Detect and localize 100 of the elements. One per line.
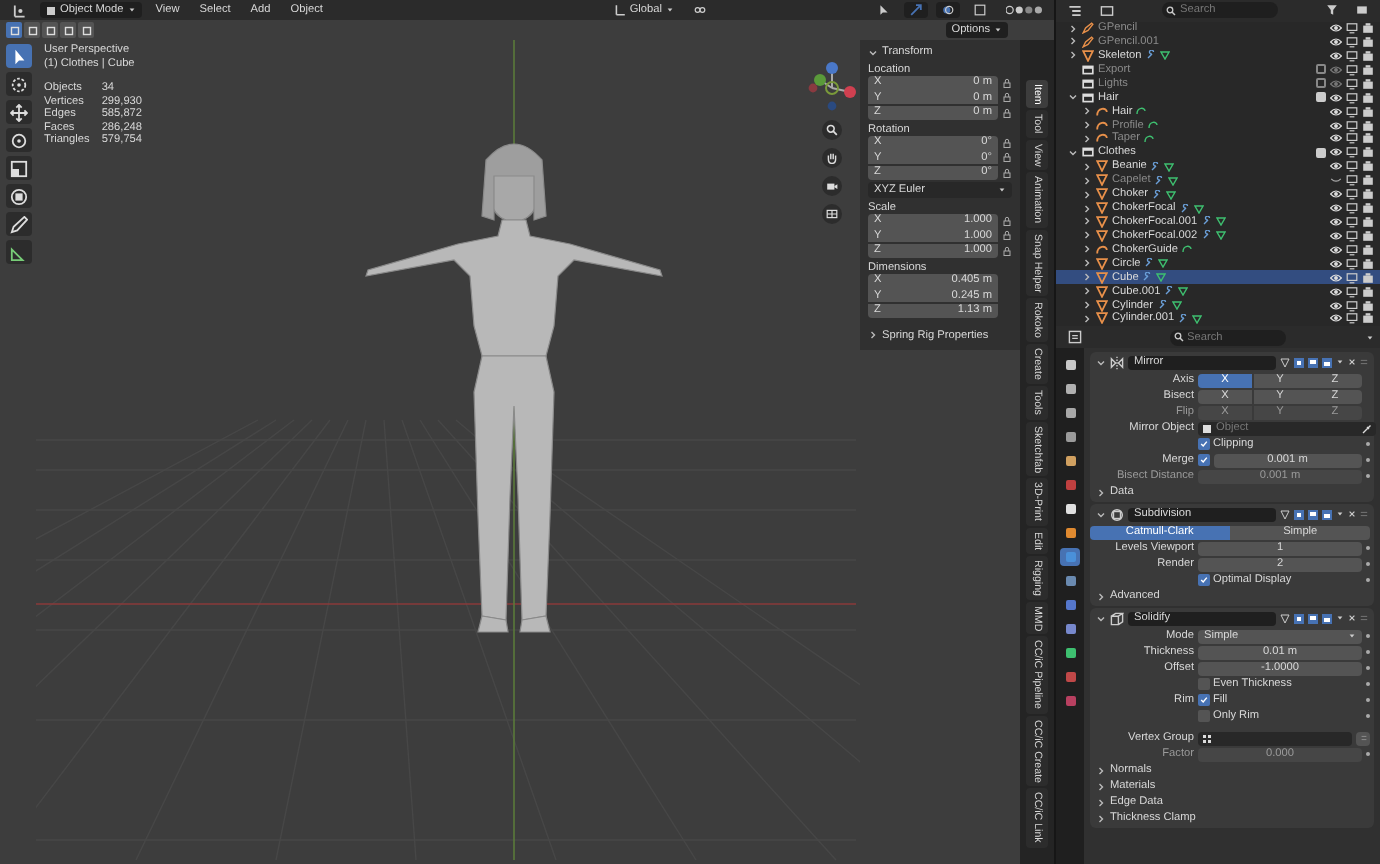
pan-button[interactable] bbox=[822, 148, 842, 168]
tool-button[interactable] bbox=[5, 184, 31, 208]
mirror-icon bbox=[1110, 355, 1124, 369]
drag-handle-icon bbox=[1360, 510, 1368, 518]
cube-icon bbox=[46, 5, 56, 15]
include-checkbox[interactable] bbox=[1316, 147, 1326, 158]
chevron-down-icon bbox=[1096, 509, 1106, 519]
triangle-mesh-icon bbox=[1082, 49, 1094, 62]
curve-data-icon bbox=[1181, 244, 1192, 255]
property-tab[interactable] bbox=[1060, 500, 1080, 518]
checkbox[interactable] bbox=[1198, 454, 1209, 466]
close-icon bbox=[1348, 614, 1356, 622]
xray-icon bbox=[974, 4, 986, 16]
padlock-icon bbox=[1002, 152, 1012, 163]
camera-view-button[interactable] bbox=[822, 176, 842, 196]
tool-button[interactable] bbox=[5, 44, 31, 68]
shading-spheres-icon bbox=[1006, 4, 1042, 16]
camera-icon bbox=[826, 180, 838, 192]
property-tab[interactable] bbox=[1060, 644, 1080, 662]
padlock-icon bbox=[1002, 92, 1012, 103]
camera-icon bbox=[1322, 613, 1332, 623]
pencil-icon bbox=[9, 215, 27, 233]
padlock-icon bbox=[1002, 245, 1012, 256]
invert-toggle[interactable] bbox=[1356, 731, 1370, 745]
checkbox[interactable] bbox=[1198, 438, 1209, 450]
vertex-group-field[interactable] bbox=[1198, 731, 1352, 745]
camera-icon bbox=[1322, 509, 1332, 519]
shading-buttons[interactable] bbox=[1000, 2, 1048, 18]
checkbox[interactable] bbox=[1198, 678, 1209, 690]
padlock-icon bbox=[1002, 215, 1012, 226]
square-icon bbox=[81, 25, 91, 35]
square-icon bbox=[45, 25, 55, 35]
drag-handle-icon bbox=[1360, 358, 1368, 366]
hand-icon bbox=[826, 152, 838, 164]
tool-button[interactable] bbox=[5, 100, 31, 124]
search-icon bbox=[1173, 332, 1183, 342]
properties-icon bbox=[1068, 330, 1082, 344]
grid-icon bbox=[826, 208, 838, 220]
caret-icon bbox=[1348, 632, 1356, 640]
solidify-icon bbox=[1110, 611, 1124, 625]
caret-icon bbox=[1336, 510, 1344, 518]
square-icon bbox=[9, 25, 19, 35]
overlay-toggle[interactable] bbox=[936, 2, 960, 18]
caret-icon bbox=[666, 6, 674, 14]
projection-button[interactable] bbox=[822, 204, 842, 224]
search-icon bbox=[1166, 5, 1176, 16]
tool-button[interactable] bbox=[5, 128, 31, 152]
collection-box-icon bbox=[1082, 146, 1094, 159]
edit-mode-icon bbox=[1294, 613, 1304, 623]
closed-eye-icon bbox=[1330, 174, 1342, 187]
caret-icon bbox=[1366, 333, 1374, 341]
axes-icon bbox=[613, 4, 626, 16]
square-icon bbox=[63, 25, 73, 35]
chevron-right-icon bbox=[1096, 487, 1106, 497]
checkmark-icon bbox=[1199, 576, 1208, 584]
chevron-down-icon bbox=[1096, 613, 1106, 623]
magnifier-icon bbox=[826, 124, 838, 136]
link-icon bbox=[694, 4, 706, 16]
chevron-down-icon bbox=[1068, 92, 1078, 103]
subdivision-icon bbox=[1110, 507, 1124, 521]
four-arrows-icon bbox=[9, 103, 27, 121]
property-tab[interactable] bbox=[1060, 404, 1080, 422]
caret-icon bbox=[998, 186, 1006, 194]
checkbox[interactable] bbox=[1198, 710, 1209, 722]
include-checkbox[interactable] bbox=[1316, 92, 1326, 103]
edit-mode-icon bbox=[1294, 509, 1304, 519]
checkbox[interactable] bbox=[1198, 574, 1209, 586]
monitor-icon bbox=[1308, 357, 1318, 367]
padlock-icon bbox=[1002, 137, 1012, 148]
rotate-icon bbox=[9, 131, 27, 149]
tool-button[interactable] bbox=[5, 212, 31, 236]
collection-box-icon bbox=[1356, 4, 1368, 17]
square-icon bbox=[27, 25, 37, 35]
axes-icon bbox=[12, 3, 26, 17]
chevron-right-icon bbox=[1096, 591, 1106, 601]
mesh-data-icon bbox=[1159, 50, 1170, 61]
property-tab[interactable] bbox=[1060, 380, 1080, 398]
scale-icon bbox=[9, 159, 27, 177]
mesh-cage-icon bbox=[1280, 509, 1290, 519]
property-tab[interactable] bbox=[1060, 356, 1080, 374]
pointer-icon bbox=[878, 4, 890, 16]
eyedropper-icon bbox=[1362, 423, 1372, 433]
drag-handle-icon bbox=[1360, 614, 1368, 622]
curve-icon bbox=[1096, 243, 1108, 256]
property-tab[interactable] bbox=[1060, 452, 1080, 470]
close-icon bbox=[1348, 510, 1356, 518]
gizmo-toggle[interactable] bbox=[904, 2, 928, 18]
checkbox[interactable] bbox=[1198, 694, 1209, 706]
tool-button[interactable] bbox=[5, 72, 31, 96]
tool-button[interactable] bbox=[5, 156, 31, 180]
cube-icon bbox=[1202, 423, 1212, 433]
caret-icon bbox=[1336, 614, 1344, 622]
zoom-button[interactable] bbox=[822, 120, 842, 140]
padlock-icon bbox=[1002, 77, 1012, 88]
axis-gizmo-icon bbox=[808, 60, 856, 112]
caret-icon bbox=[1336, 358, 1344, 366]
property-tab[interactable] bbox=[1060, 524, 1080, 542]
property-tab[interactable] bbox=[1060, 428, 1080, 446]
tool-button[interactable] bbox=[5, 240, 31, 264]
monitor-icon bbox=[1308, 613, 1318, 623]
